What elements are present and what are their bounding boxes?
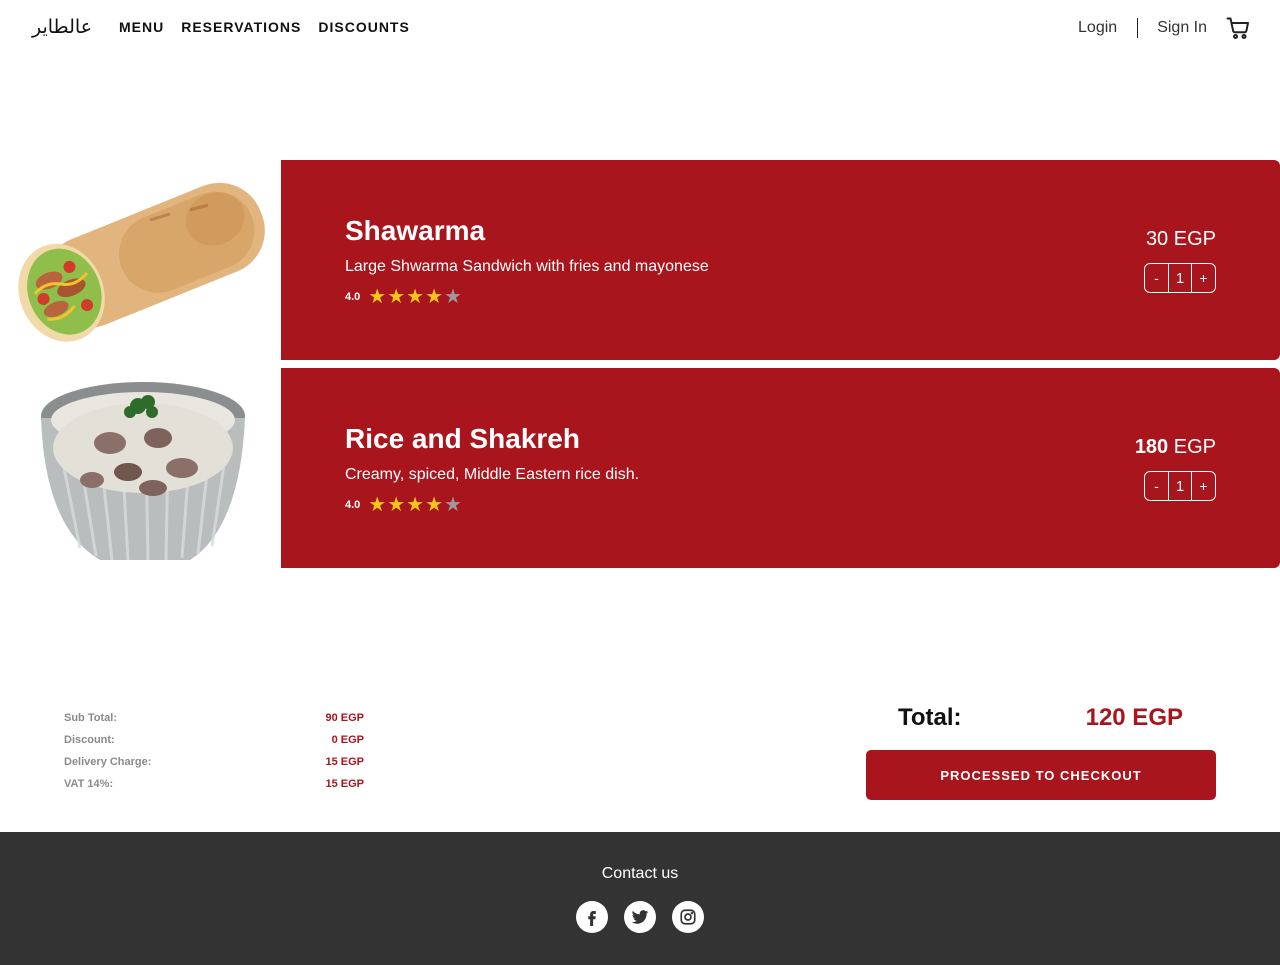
item-name: Shawarma — [345, 215, 486, 246]
shawarma-image — [0, 160, 281, 360]
cart-icon[interactable] — [1226, 16, 1250, 40]
item-description: Creamy, spiced, Middle Eastern rice dish… — [345, 466, 640, 483]
item-card: Shawarma Large Shwarma Sandwich with fri… — [281, 160, 1280, 360]
rating-value: 4.0 — [345, 291, 361, 303]
star-empty-icon: ★ — [444, 494, 462, 516]
price-currency: EGP — [1173, 228, 1216, 250]
cart-item: Shawarma Large Shwarma Sandwich with fri… — [0, 160, 1280, 360]
twitter-icon[interactable] — [624, 901, 656, 933]
item-rating: 4.0 ★ ★ ★ ★ ★ — [345, 287, 463, 307]
instagram-icon[interactable] — [672, 901, 704, 933]
item-rating: 4.0 ★ ★ ★ ★ ★ — [345, 495, 463, 515]
decrease-button[interactable]: - — [1145, 472, 1168, 500]
rating-value: 4.0 — [345, 499, 361, 511]
auth-links: Login Sign In — [1078, 16, 1250, 40]
summary-label: Delivery Charge: — [64, 756, 152, 768]
item-name: Rice and Shakreh — [345, 423, 580, 454]
summary-value: 15 EGP — [325, 756, 364, 768]
quantity-stepper: - 1 + — [1144, 263, 1216, 293]
summary-label: Sub Total: — [64, 712, 117, 724]
summary-row-vat: VAT 14%: 15 EGP — [64, 778, 364, 800]
summary-value: 15 EGP — [325, 778, 364, 790]
price-currency: EGP — [1173, 436, 1216, 458]
item-card: Rice and Shakreh Creamy, spiced, Middle … — [281, 368, 1280, 568]
order-summary: Sub Total: 90 EGP Discount: 0 EGP Delive… — [64, 712, 364, 800]
star-icon: ★ — [387, 494, 406, 516]
quantity-value: 1 — [1168, 264, 1192, 292]
header: عالطاير MENU RESERVATIONS DISCOUNTS Logi… — [0, 0, 1280, 56]
summary-label: Discount: — [64, 734, 115, 746]
star-icon: ★ — [368, 494, 387, 516]
decrease-button[interactable]: - — [1145, 264, 1168, 292]
star-icon: ★ — [425, 494, 444, 516]
item-price: 180 EGP — [1135, 436, 1216, 459]
quantity-value: 1 — [1168, 472, 1192, 500]
star-icon: ★ — [368, 286, 387, 308]
star-icon: ★ — [406, 286, 425, 308]
quantity-stepper: - 1 + — [1144, 471, 1216, 501]
cart-item: Rice and Shakreh Creamy, spiced, Middle … — [0, 368, 1280, 568]
summary-row-subtotal: Sub Total: 90 EGP — [64, 712, 364, 734]
star-empty-icon: ★ — [444, 286, 462, 308]
signin-link[interactable]: Sign In — [1157, 19, 1207, 37]
summary-row-discount: Discount: 0 EGP — [64, 734, 364, 756]
summary-value: 90 EGP — [325, 712, 364, 724]
summary-row-delivery: Delivery Charge: 15 EGP — [64, 756, 364, 778]
contact-heading: Contact us — [601, 865, 679, 882]
star-icon: ★ — [425, 286, 444, 308]
social-links — [576, 901, 704, 933]
item-description: Large Shwarma Sandwich with fries and ma… — [345, 258, 709, 275]
main-nav: MENU RESERVATIONS DISCOUNTS — [119, 19, 410, 35]
star-icon: ★ — [387, 286, 406, 308]
login-link[interactable]: Login — [1078, 19, 1117, 37]
price-number: 30 — [1145, 228, 1169, 250]
logo[interactable]: عالطاير — [32, 16, 92, 38]
nav-reservations[interactable]: RESERVATIONS — [181, 19, 301, 35]
increase-button[interactable]: + — [1192, 472, 1215, 500]
checkout-button[interactable]: PROCESSED TO CHECKOUT — [866, 750, 1216, 800]
nav-discounts[interactable]: DISCOUNTS — [318, 19, 409, 35]
item-price: 30 EGP — [1146, 228, 1216, 251]
summary-label: VAT 14%: — [64, 778, 114, 790]
auth-divider — [1137, 18, 1139, 38]
footer: Contact us — [0, 832, 1280, 965]
star-icon: ★ — [406, 494, 425, 516]
increase-button[interactable]: + — [1192, 264, 1215, 292]
rice-shakreh-image — [0, 368, 281, 568]
facebook-icon[interactable] — [576, 901, 608, 933]
nav-menu[interactable]: MENU — [119, 19, 164, 35]
total-value: 120 EGP — [1085, 704, 1183, 731]
total-label: Total: — [898, 704, 962, 731]
summary-value: 0 EGP — [331, 734, 364, 746]
price-number: 180 — [1134, 436, 1169, 458]
